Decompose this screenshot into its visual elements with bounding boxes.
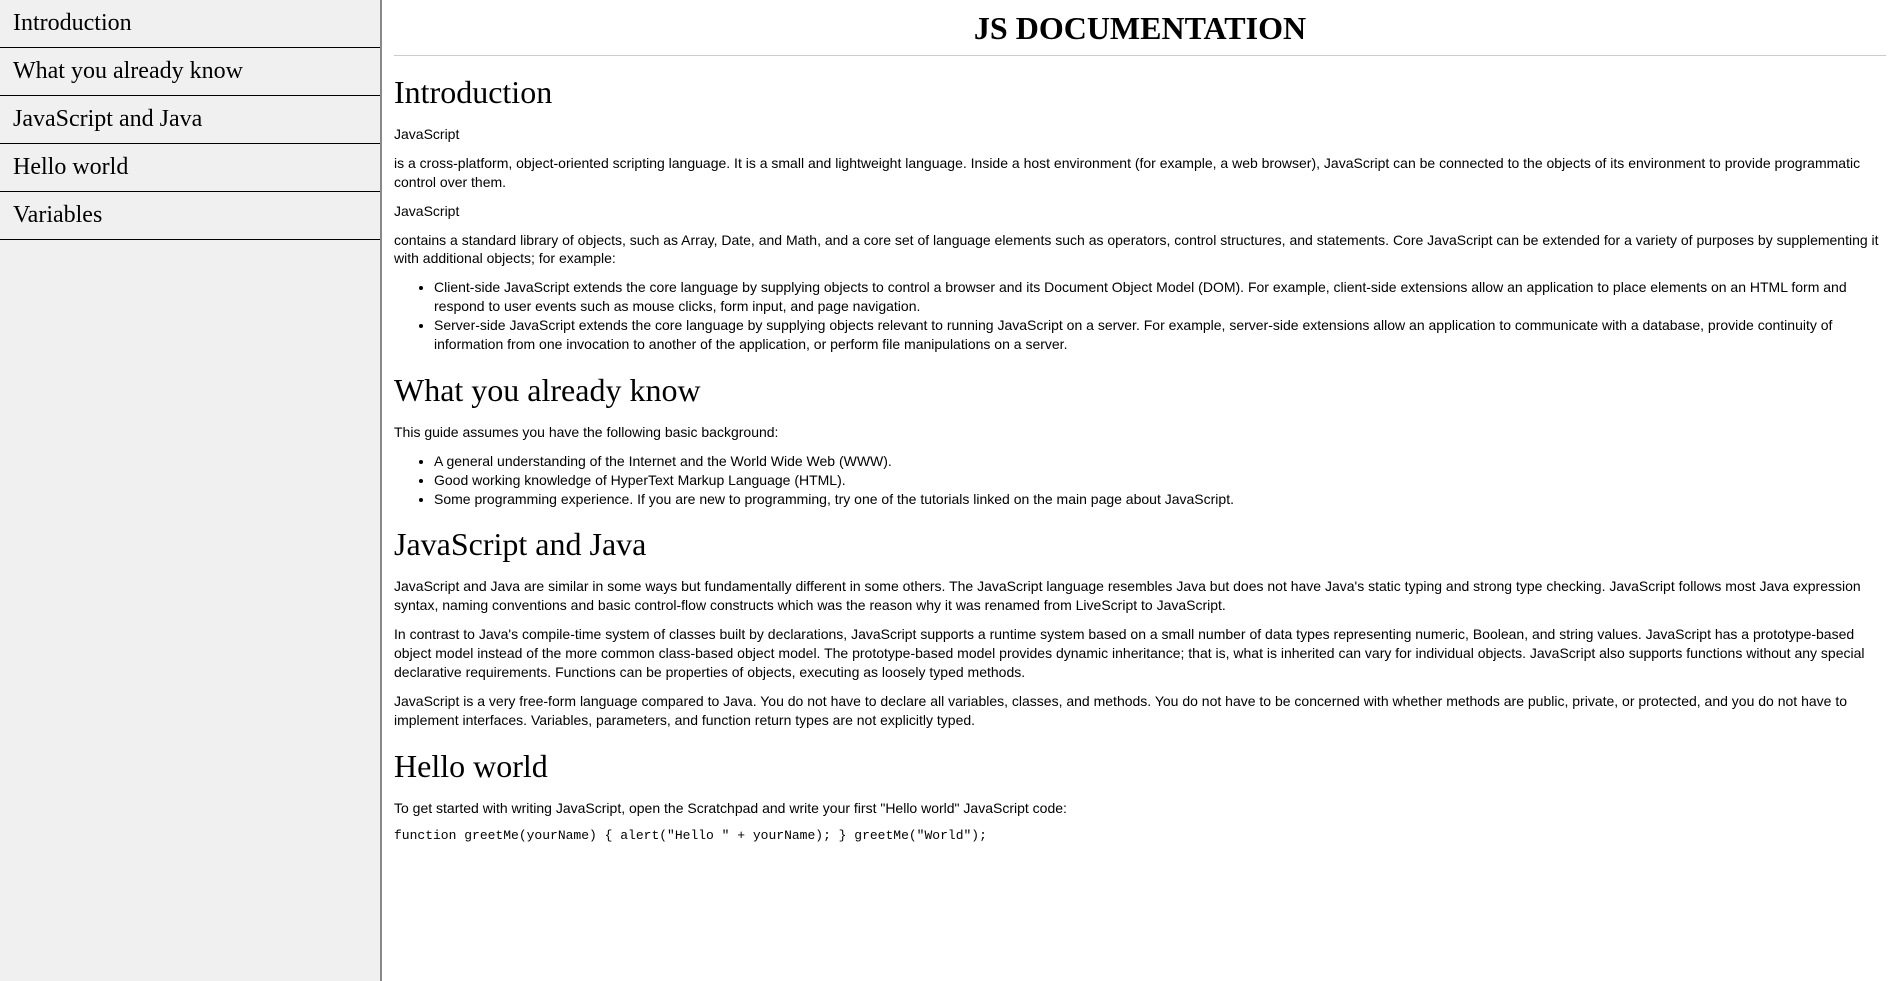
sidebar-nav: Introduction What you already know JavaS… — [0, 0, 382, 981]
paragraph: JavaScript — [394, 125, 1886, 144]
section-heading: Hello world — [394, 748, 1886, 785]
section-heading: Introduction — [394, 74, 1886, 111]
paragraph: This guide assumes you have the followin… — [394, 423, 1886, 442]
nav-link-hello-world[interactable]: Hello world — [0, 144, 380, 192]
code-block: function greetMe(yourName) { alert("Hell… — [394, 828, 1886, 843]
list-item: Server-side JavaScript extends the core … — [434, 316, 1886, 354]
section-heading: JavaScript and Java — [394, 526, 1886, 563]
nav-link-introduction[interactable]: Introduction — [0, 0, 380, 48]
page-header: JS DOCUMENTATION — [394, 10, 1886, 47]
paragraph: In contrast to Java's compile-time syste… — [394, 625, 1886, 682]
list-item: Client-side JavaScript extends the core … — [434, 278, 1886, 316]
main-content: JS DOCUMENTATION Introduction JavaScript… — [382, 0, 1898, 981]
section-heading: What you already know — [394, 372, 1886, 409]
paragraph: To get started with writing JavaScript, … — [394, 799, 1886, 818]
paragraph: JavaScript is a very free-form language … — [394, 692, 1886, 730]
page-title: JS DOCUMENTATION — [394, 10, 1886, 47]
paragraph: JavaScript and Java are similar in some … — [394, 577, 1886, 615]
paragraph: is a cross-platform, object-oriented scr… — [394, 154, 1886, 192]
nav-link-javascript-and-java[interactable]: JavaScript and Java — [0, 96, 380, 144]
header-divider — [394, 55, 1886, 56]
list-item: Some programming experience. If you are … — [434, 490, 1886, 509]
paragraph: JavaScript — [394, 202, 1886, 221]
bullet-list: Client-side JavaScript extends the core … — [394, 278, 1886, 354]
section-what-you-already-know: What you already know This guide assumes… — [394, 372, 1886, 509]
nav-link-what-you-already-know[interactable]: What you already know — [0, 48, 380, 96]
paragraph: contains a standard library of objects, … — [394, 231, 1886, 269]
section-hello-world: Hello world To get started with writing … — [394, 748, 1886, 843]
nav-link-variables[interactable]: Variables — [0, 192, 380, 240]
bullet-list: A general understanding of the Internet … — [394, 452, 1886, 509]
section-introduction: Introduction JavaScript is a cross-platf… — [394, 74, 1886, 354]
section-javascript-and-java: JavaScript and Java JavaScript and Java … — [394, 526, 1886, 729]
list-item: A general understanding of the Internet … — [434, 452, 1886, 471]
list-item: Good working knowledge of HyperText Mark… — [434, 471, 1886, 490]
